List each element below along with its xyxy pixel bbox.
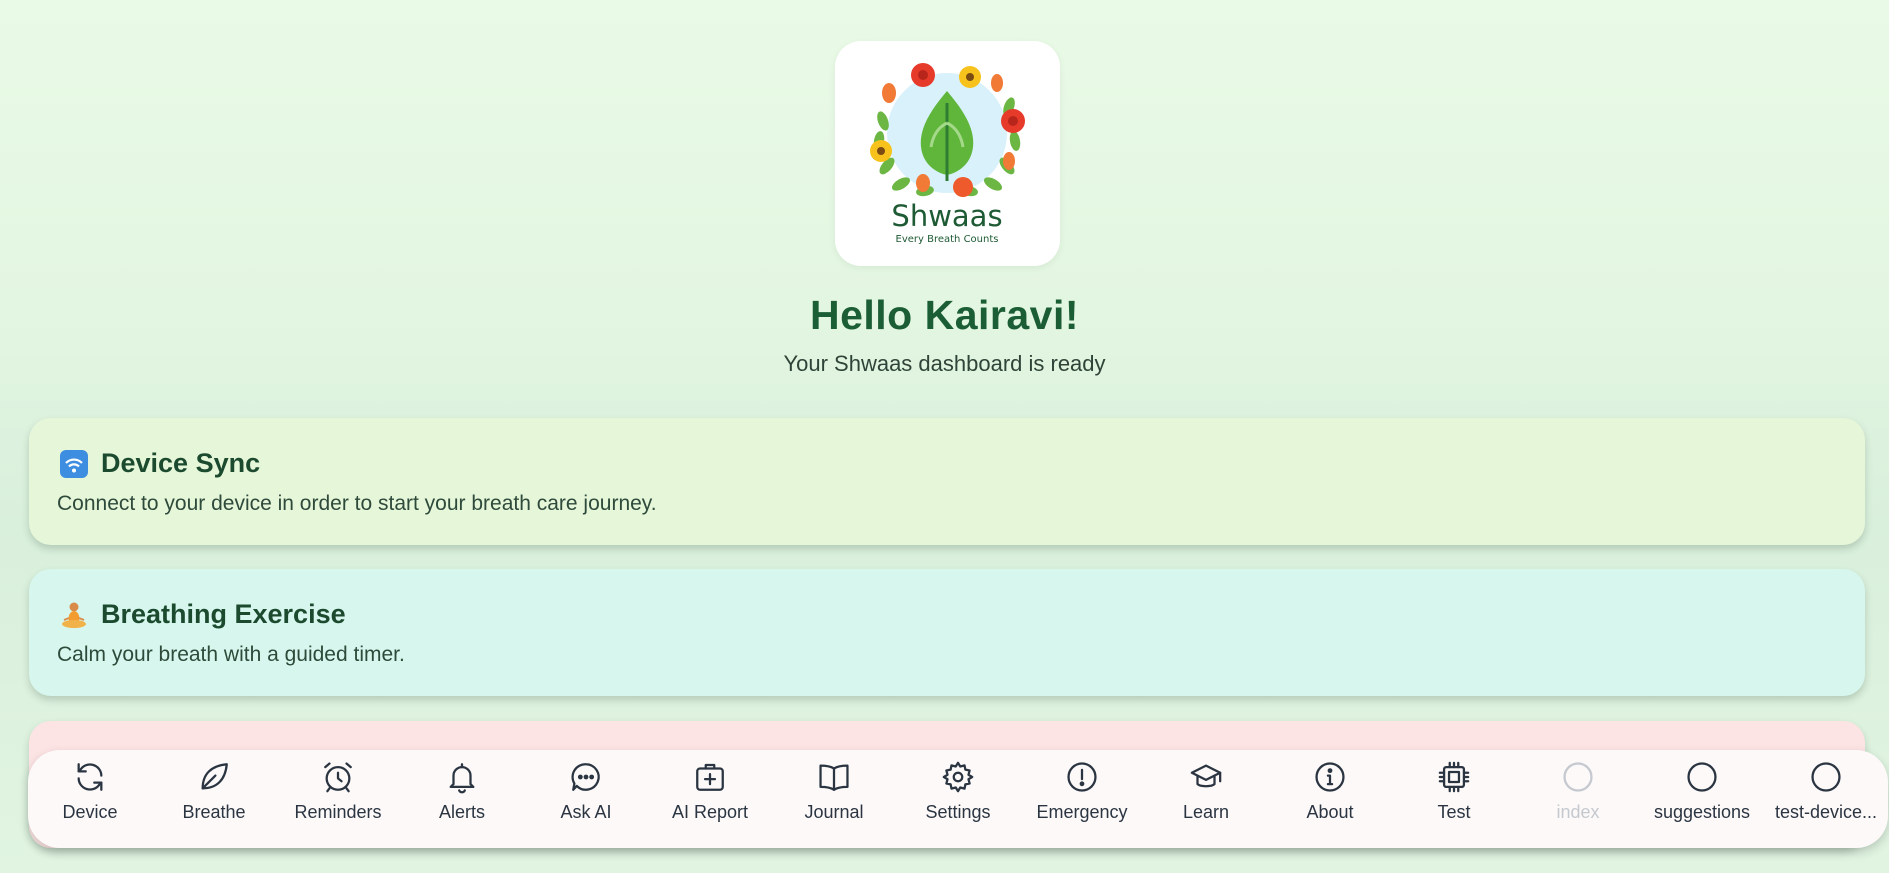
nav-item-breathe[interactable]: Breathe <box>152 750 276 848</box>
circle-icon <box>1687 762 1717 792</box>
nav-item-index[interactable]: index <box>1516 750 1640 848</box>
alert-circle-icon <box>1067 762 1097 792</box>
nav-label: Learn <box>1182 802 1230 822</box>
nav-label: AI Report <box>671 802 749 822</box>
nav-label: Journal <box>804 802 864 822</box>
nav-label: test-device... <box>1774 802 1878 822</box>
circle-icon <box>1563 762 1593 792</box>
nav-item-ask-ai[interactable]: Ask AI <box>524 750 648 848</box>
medical-kit-icon <box>696 763 724 791</box>
nav-item-device[interactable]: Device <box>28 750 152 848</box>
nav-label: About <box>1306 802 1354 822</box>
nav-label: index <box>1556 802 1600 822</box>
breathing-exercise-title-text: Breathing Exercise <box>101 599 346 629</box>
nav-label: Test <box>1437 802 1471 822</box>
nav-label: Settings <box>925 802 991 822</box>
nav-label: Device <box>62 802 118 822</box>
graduation-cap-icon <box>1190 764 1222 788</box>
nav-item-reminders[interactable]: Reminders <box>276 750 400 848</box>
device-sync-card[interactable]: Device Sync Connect to your device in or… <box>29 418 1865 545</box>
nav-label: suggestions <box>1653 802 1751 822</box>
nav-item-emergency[interactable]: Emergency <box>1020 750 1144 848</box>
gear-icon <box>942 761 974 793</box>
sync-icon <box>77 763 103 791</box>
alarm-clock-icon <box>324 762 352 793</box>
nav-item-suggestions[interactable]: suggestions <box>1640 750 1764 848</box>
circle-icon <box>1811 762 1841 792</box>
chat-bubble-icon <box>571 763 600 791</box>
logo-brand-text: Shwaas <box>891 199 1002 233</box>
nav-item-about[interactable]: About <box>1268 750 1392 848</box>
nav-label: Emergency <box>1036 802 1128 822</box>
nav-label: Breathe <box>182 802 246 822</box>
book-icon <box>819 764 849 791</box>
nav-item-test[interactable]: Test <box>1392 750 1516 848</box>
breathing-exercise-title: Breathing Exercise <box>59 599 346 630</box>
info-icon <box>1315 762 1345 792</box>
nav-label: Reminders <box>294 802 382 822</box>
meditation-icon <box>62 602 86 628</box>
device-sync-title-text: Device Sync <box>101 448 261 478</box>
wifi-signal-icon <box>60 449 88 478</box>
bell-icon <box>449 763 475 794</box>
nav-label: Alerts <box>438 802 485 822</box>
nav-item-alerts[interactable]: Alerts <box>400 750 524 848</box>
logo-tagline-text: Every Breath Counts <box>896 234 999 245</box>
shwaas-logo-icon: Shwaas Every Breath Counts <box>870 63 1025 245</box>
breathing-exercise-description: Calm your breath with a guided timer. <box>57 643 405 666</box>
bottom-nav: Device Breathe Reminders Alerts Ask AI A… <box>28 750 1888 848</box>
device-sync-title: Device Sync <box>59 448 260 479</box>
app-logo: Shwaas Every Breath Counts <box>835 41 1060 266</box>
nav-item-journal[interactable]: Journal <box>772 750 896 848</box>
nav-item-ai-report[interactable]: AI Report <box>648 750 772 848</box>
greeting-title: Hello Kairavi! <box>809 292 1080 338</box>
nav-item-test-device[interactable]: test-device... <box>1764 750 1888 848</box>
nav-item-learn[interactable]: Learn <box>1144 750 1268 848</box>
leaf-icon <box>201 763 228 790</box>
device-sync-description: Connect to your device in order to start… <box>57 492 657 515</box>
breathing-exercise-card[interactable]: Breathing Exercise Calm your breath with… <box>29 569 1865 696</box>
nav-item-settings[interactable]: Settings <box>896 750 1020 848</box>
greeting-subtitle: Your Shwaas dashboard is ready <box>783 351 1106 376</box>
chip-icon <box>1438 761 1470 793</box>
nav-label: Ask AI <box>560 802 612 822</box>
